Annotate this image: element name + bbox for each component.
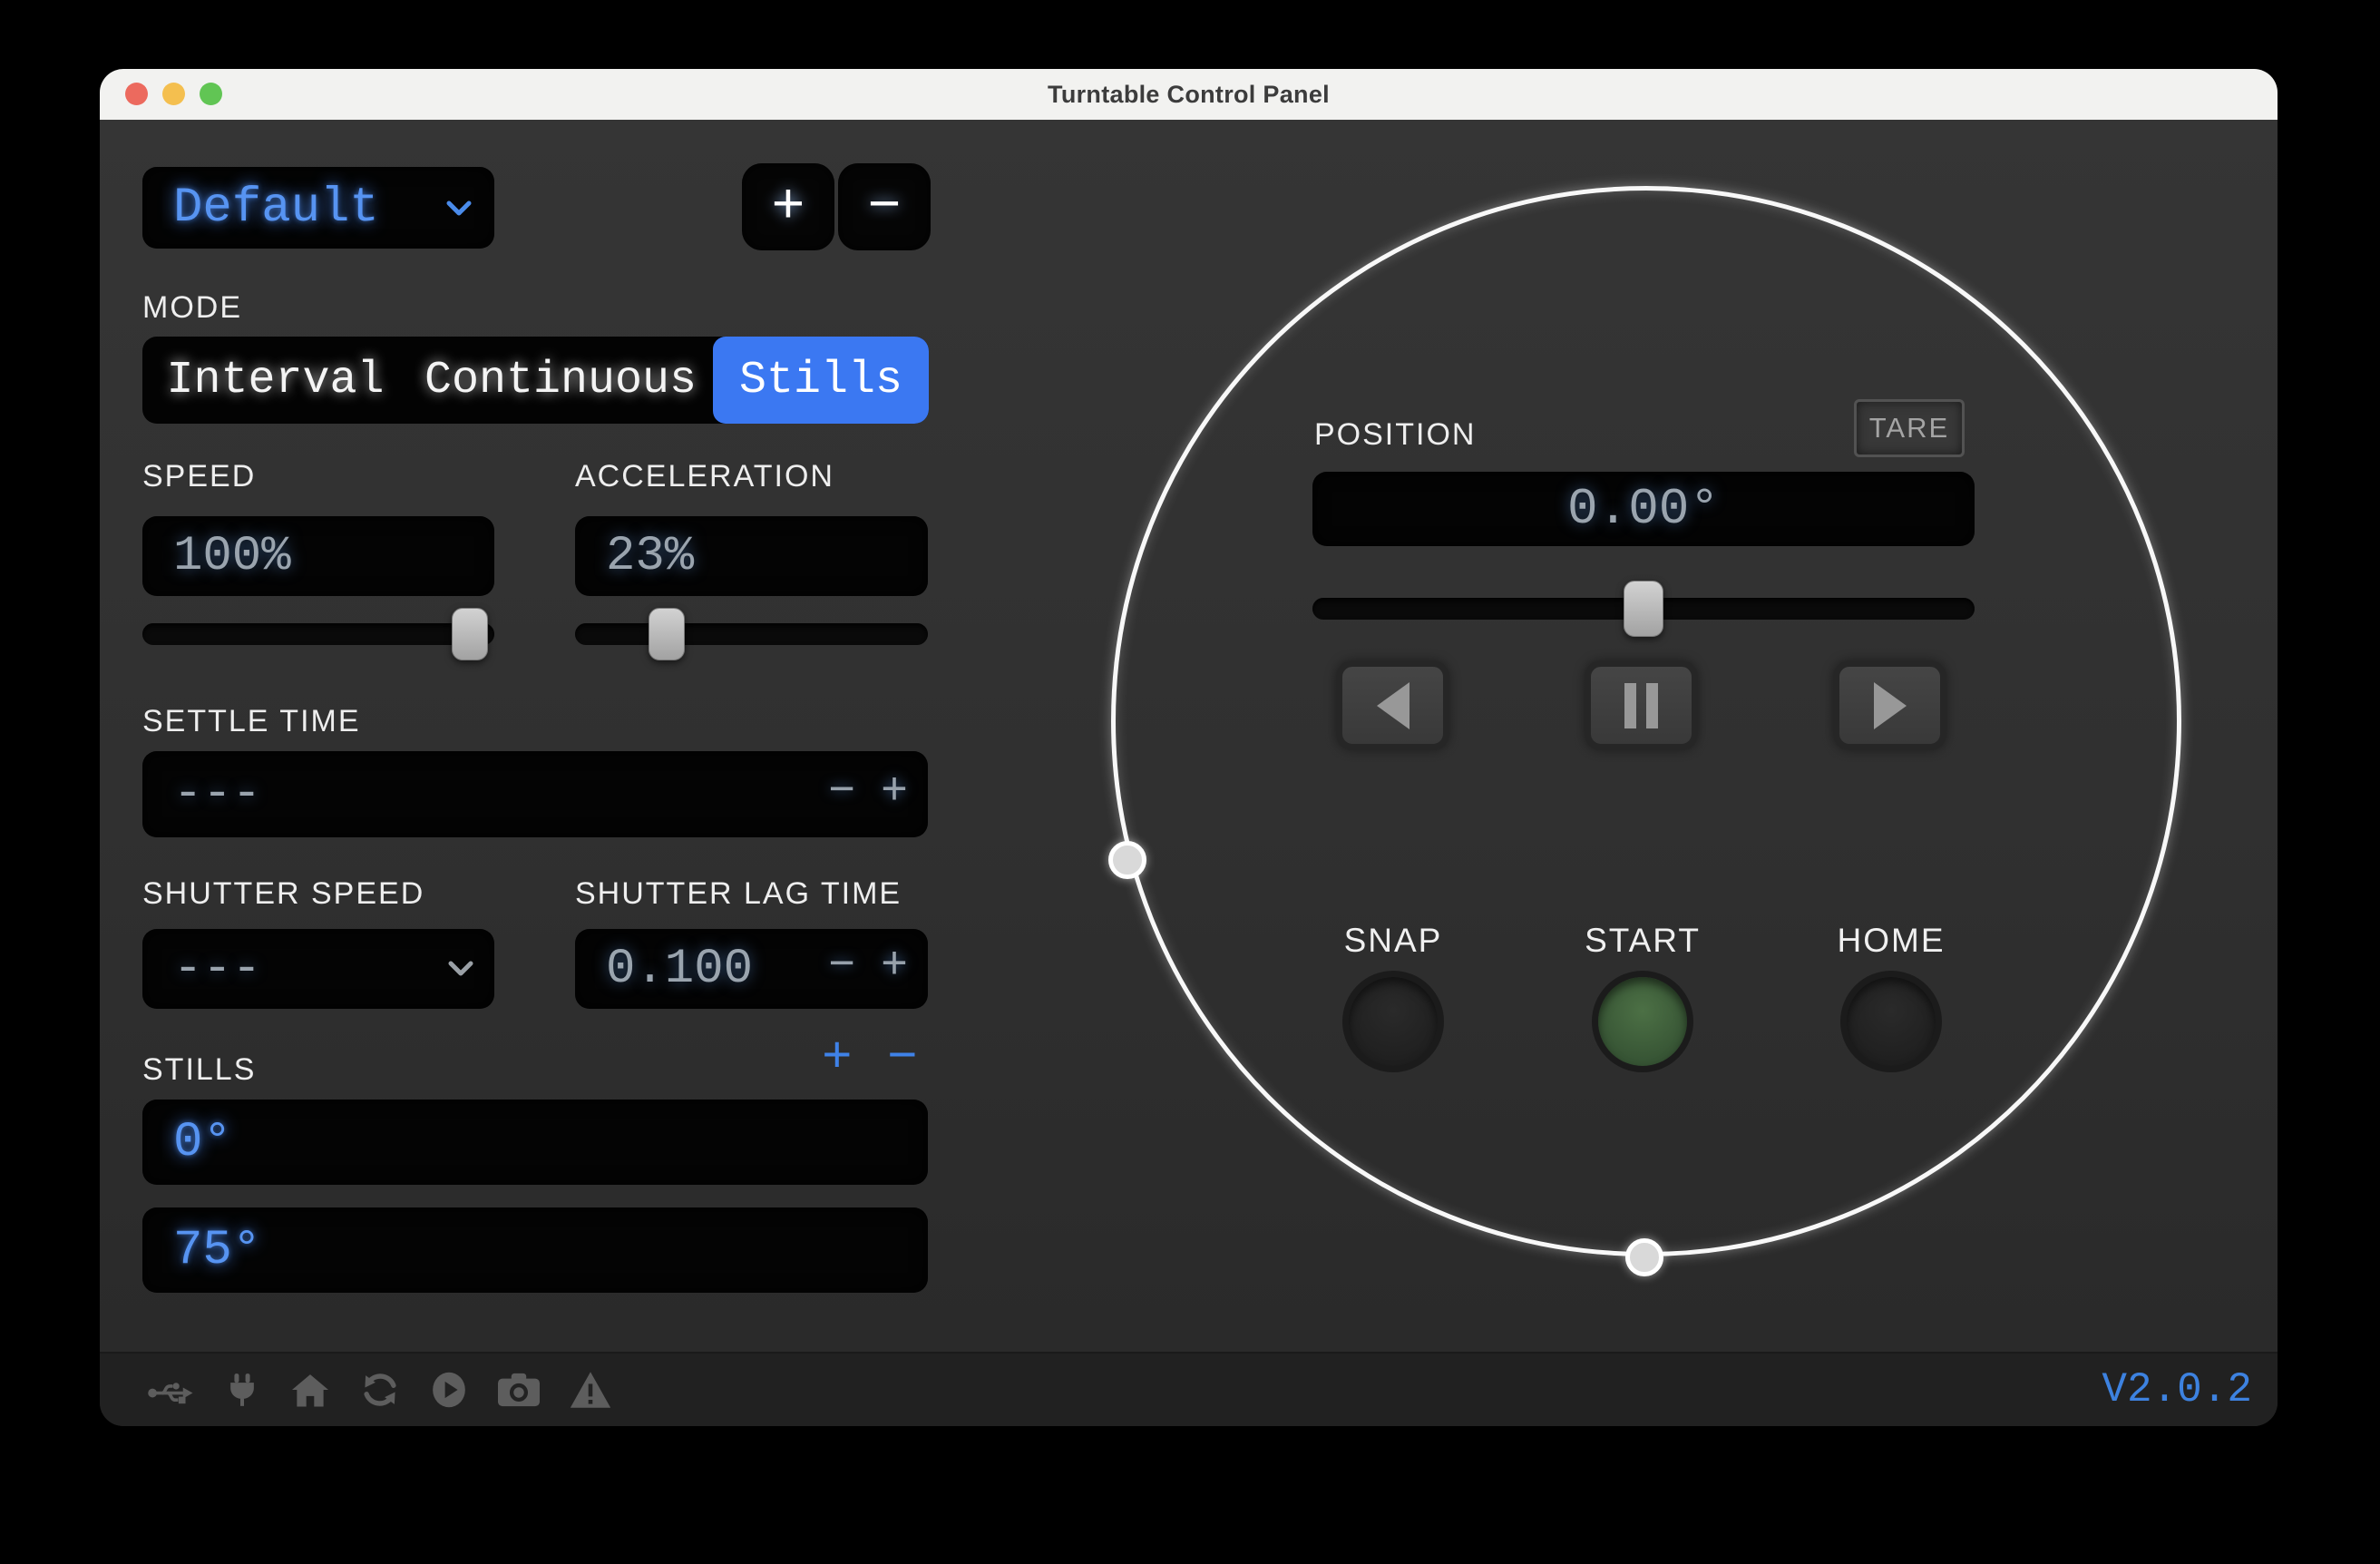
- stills-add-button[interactable]: +: [822, 1029, 853, 1087]
- zoom-button[interactable]: [200, 83, 222, 105]
- next-icon: [1874, 682, 1907, 729]
- settle-time-label: SETTLE TIME: [142, 704, 361, 739]
- acceleration-slider[interactable]: [575, 623, 928, 645]
- settle-time-input[interactable]: --- − +: [142, 751, 928, 837]
- acceleration-value: 23%: [575, 529, 694, 584]
- home-label: HOME: [1755, 922, 2027, 960]
- speed-slider[interactable]: [142, 623, 494, 645]
- shutter-speed-label: SHUTTER SPEED: [142, 876, 424, 912]
- speed-label: SPEED: [142, 459, 256, 494]
- step-forward-button[interactable]: [1833, 660, 1946, 750]
- sync-icon: [360, 1370, 400, 1410]
- settle-time-increment-button[interactable]: +: [875, 767, 913, 818]
- position-label: POSITION: [1314, 417, 1476, 453]
- preset-selected-value: Default: [142, 181, 379, 236]
- position-display: 0.00°: [1312, 472, 1975, 546]
- speed-value: 100%: [142, 529, 291, 584]
- dial-handle[interactable]: [1108, 841, 1146, 879]
- warning-icon: [570, 1371, 611, 1409]
- position-value: 0.00°: [1567, 480, 1720, 538]
- shutter-speed-value: ---: [142, 942, 261, 997]
- shutter-lag-decrement-button[interactable]: −: [823, 941, 861, 992]
- status-bar: V2.0.2: [100, 1352, 2278, 1426]
- shutter-lag-time-label: SHUTTER LAG TIME: [575, 876, 902, 912]
- stills-item-value: 0°: [142, 1115, 232, 1170]
- camera-icon: [498, 1373, 540, 1407]
- tab-interval[interactable]: Interval: [142, 337, 408, 424]
- acceleration-slider-thumb[interactable]: [649, 608, 685, 660]
- play-icon: [430, 1370, 468, 1410]
- start-label: START: [1507, 922, 1779, 960]
- usb-icon: [147, 1373, 194, 1407]
- position-slider[interactable]: [1312, 598, 1975, 620]
- mode-label: MODE: [142, 290, 242, 326]
- dial-handle[interactable]: [1625, 1238, 1663, 1276]
- previous-icon: [1377, 682, 1409, 729]
- position-slider-thumb[interactable]: [1624, 581, 1663, 637]
- app-version: V2.0.2: [2102, 1366, 2252, 1413]
- shutter-lag-increment-button[interactable]: +: [875, 941, 913, 992]
- tab-continuous[interactable]: Continuous: [408, 337, 713, 424]
- shutter-speed-select[interactable]: ---: [142, 929, 494, 1009]
- home-button[interactable]: [1840, 971, 1942, 1072]
- pause-icon: [1624, 683, 1658, 728]
- home-icon: [290, 1372, 330, 1408]
- tab-stills[interactable]: Stills: [713, 337, 929, 424]
- close-button[interactable]: [125, 83, 148, 105]
- settle-time-decrement-button[interactable]: −: [823, 767, 861, 818]
- main-panel: Default + − MODE Interval Continuous Sti…: [100, 120, 2278, 1352]
- title-bar: Turntable Control Panel: [100, 69, 2278, 120]
- shutter-lag-time-input[interactable]: 0.100 − +: [575, 929, 928, 1009]
- stills-list-item[interactable]: 0°: [142, 1100, 928, 1185]
- stills-label: STILLS: [142, 1052, 256, 1088]
- stills-list-item[interactable]: 75°: [142, 1207, 928, 1293]
- speed-slider-thumb[interactable]: [452, 608, 488, 660]
- stills-remove-button[interactable]: −: [887, 1029, 918, 1087]
- preset-remove-button[interactable]: −: [838, 163, 931, 250]
- plus-icon: +: [771, 175, 805, 239]
- tare-button[interactable]: TARE: [1854, 399, 1965, 457]
- preset-select[interactable]: Default: [142, 167, 494, 249]
- settle-time-value: ---: [142, 767, 261, 822]
- app-window: Turntable Control Panel Default + − MODE…: [100, 69, 2278, 1426]
- traffic-lights: [125, 83, 222, 105]
- preset-add-button[interactable]: +: [742, 163, 834, 250]
- chevron-down-icon: [445, 200, 473, 218]
- pause-button[interactable]: [1585, 660, 1698, 750]
- speed-input[interactable]: 100%: [142, 516, 494, 596]
- start-button[interactable]: [1592, 971, 1693, 1072]
- mode-tabbar: Interval Continuous Stills: [142, 337, 929, 424]
- acceleration-label: ACCELERATION: [575, 459, 834, 494]
- power-plug-icon: [224, 1373, 260, 1407]
- acceleration-input[interactable]: 23%: [575, 516, 928, 596]
- step-back-button[interactable]: [1336, 660, 1449, 750]
- snap-label: SNAP: [1257, 922, 1529, 960]
- snap-button[interactable]: [1342, 971, 1444, 1072]
- window-title: Turntable Control Panel: [1048, 81, 1330, 109]
- shutter-lag-time-value: 0.100: [575, 942, 753, 997]
- stills-item-value: 75°: [142, 1223, 261, 1278]
- minus-icon: −: [867, 175, 901, 239]
- chevron-down-icon: [447, 960, 474, 978]
- minimize-button[interactable]: [162, 83, 185, 105]
